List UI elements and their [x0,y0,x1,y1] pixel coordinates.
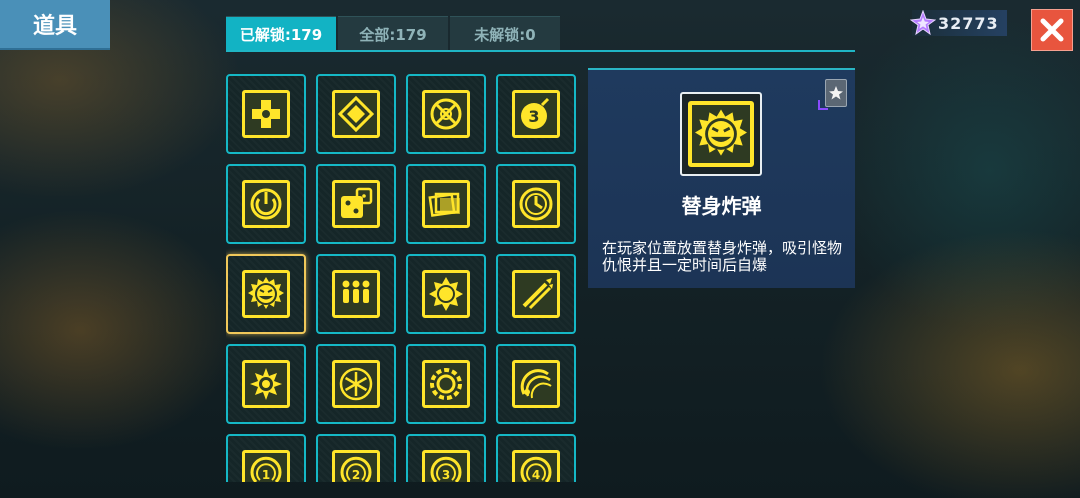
grinning-bomb-icon [242,270,290,318]
swirl-3-icon: 3 [422,450,470,482]
star-badge-icon[interactable] [825,79,847,107]
item-name: 替身炸弹 [681,194,762,218]
currency-display: 32773 [909,9,1007,36]
close-icon [1040,18,1064,42]
item-slot[interactable] [316,344,396,424]
item-slot[interactable] [406,344,486,424]
spiked-gear-icon [242,360,290,408]
svg-text:3: 3 [528,107,539,126]
item-slot[interactable] [496,344,576,424]
item-slot[interactable] [496,164,576,244]
tab-all[interactable]: 全部:179 [338,16,448,51]
page-title: 道具 [0,0,110,50]
svg-text:2: 2 [352,468,360,482]
item-detail-panel: 替身炸弹 在玩家位置放置替身炸弹，吸引怪物仇恨并且一定时间后自爆 [588,68,855,288]
currency-amount: 32773 [938,13,999,33]
swirl-claw-icon [512,360,560,408]
corner-bracket [818,100,828,110]
item-slot[interactable] [406,74,486,154]
missiles-icon [512,270,560,318]
item-slot[interactable]: 2 [316,434,396,482]
item-slot[interactable] [226,254,306,334]
item-slot[interactable]: 4 [496,434,576,482]
bomb-3-icon: 3 [512,90,560,138]
filter-tabs: 已解锁:179 全部:179 未解锁:0 [226,16,562,52]
sun-orb-icon [422,270,470,318]
tab-unlocked[interactable]: 已解锁:179 [226,16,336,51]
diamond-icon [332,90,380,138]
item-slot[interactable]: 3 [406,434,486,482]
item-description: 在玩家位置放置替身炸弹，吸引怪物仇恨并且一定时间后自爆 [602,239,843,274]
item-slot[interactable] [406,254,486,334]
item-slot[interactable] [316,254,396,334]
item-slot[interactable] [316,74,396,154]
swirl-1-icon: 1 [242,450,290,482]
item-slot[interactable] [496,254,576,334]
tab-locked[interactable]: 未解锁:0 [450,16,560,51]
three-people-icon [332,270,380,318]
crosshair-circle-icon [422,90,470,138]
swirl-2-icon: 2 [332,450,380,482]
swirl-4-icon: 4 [512,450,560,482]
item-grid[interactable]: 3 1 2 3 4 [226,72,578,482]
item-slot[interactable] [226,74,306,154]
item-slot[interactable]: 1 [226,434,306,482]
purple-star-gem-icon [909,9,937,36]
cards-icon [422,180,470,228]
detail-item-icon-frame [680,92,762,176]
item-slot[interactable] [226,344,306,424]
item-slot[interactable] [316,164,396,244]
svg-text:4: 4 [532,468,540,482]
clock-icon [512,180,560,228]
tab-divider [226,50,855,52]
puzzle-cross-icon [242,90,290,138]
close-button[interactable] [1031,9,1073,51]
power-ring-icon [242,180,290,228]
snowflake-icon [332,360,380,408]
dice-icon [332,180,380,228]
grinning-bomb-icon [688,101,754,167]
item-slot[interactable] [226,164,306,244]
item-slot[interactable]: 3 [496,74,576,154]
svg-text:1: 1 [262,468,270,482]
svg-text:3: 3 [442,468,450,482]
spiked-ring-icon [422,360,470,408]
item-slot[interactable] [406,164,486,244]
